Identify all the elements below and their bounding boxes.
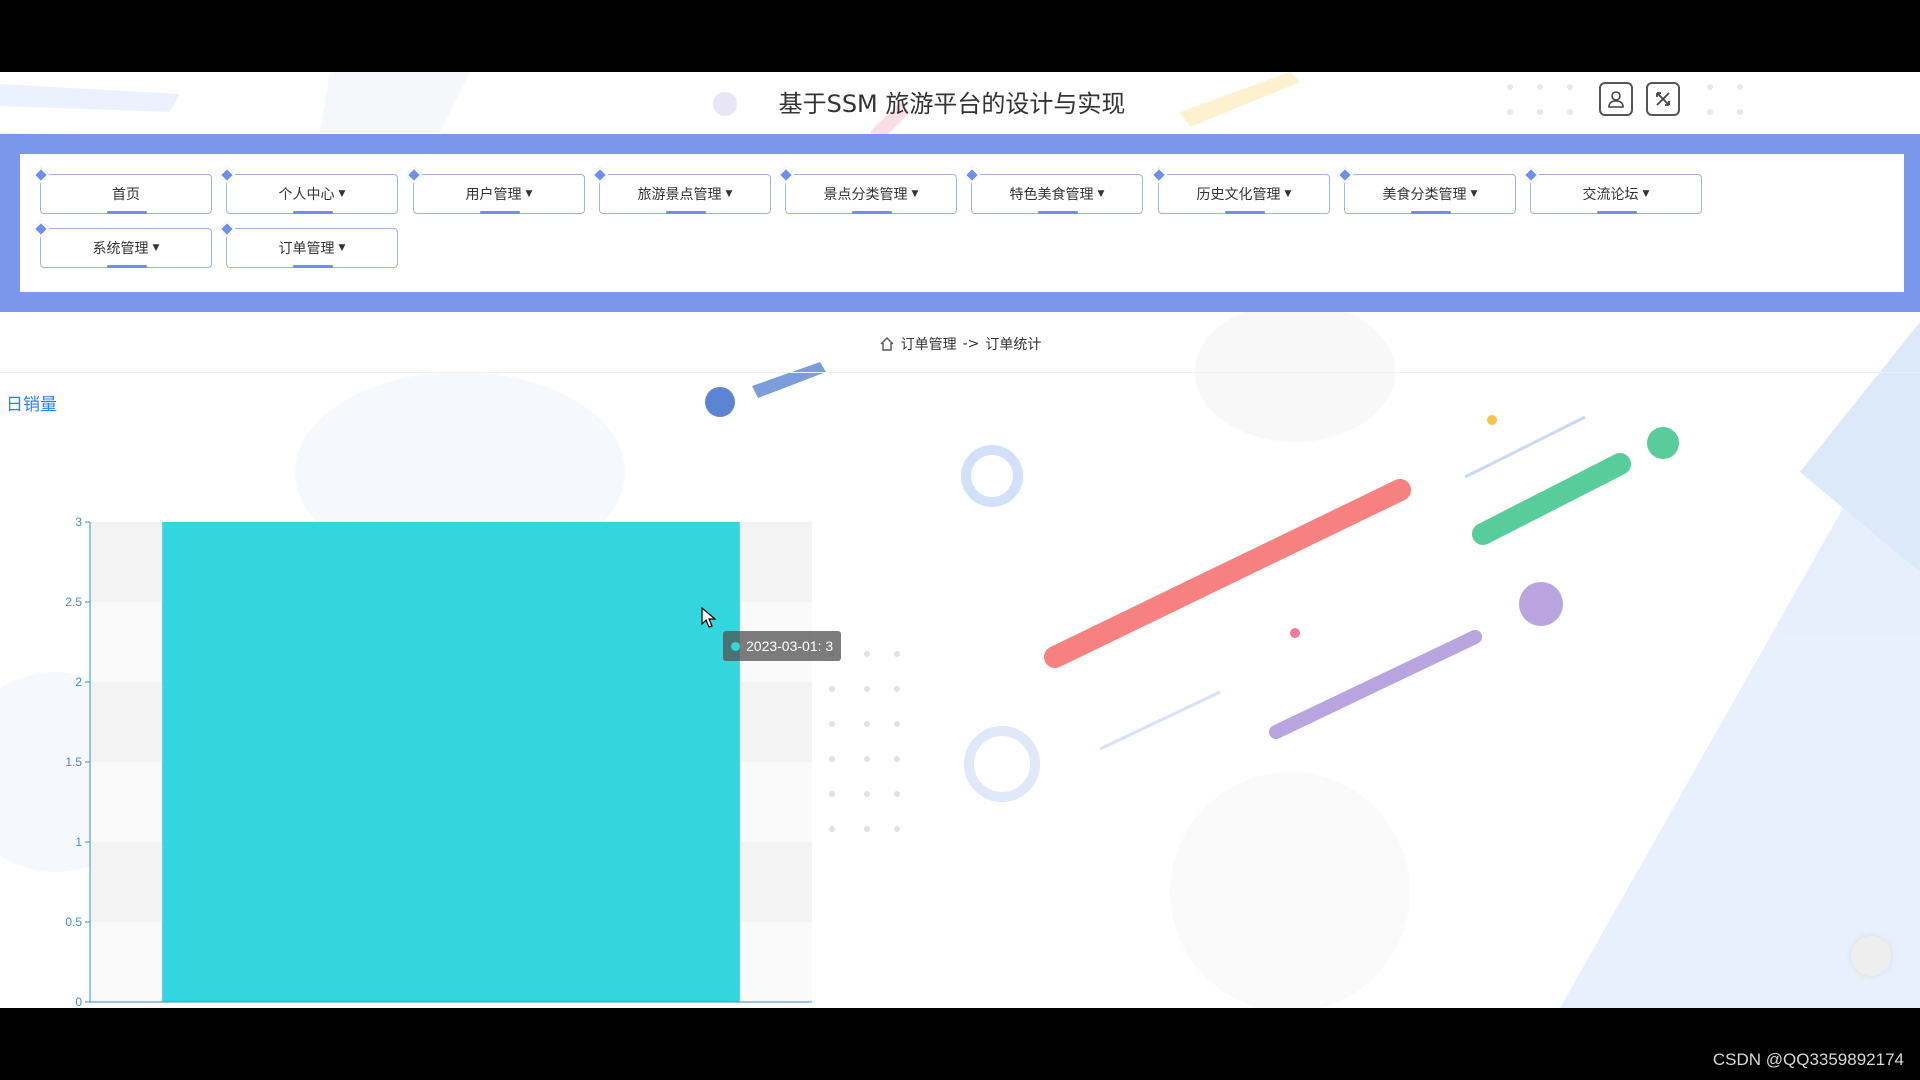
diamond-icon <box>963 166 981 184</box>
bar[interactable] <box>162 522 740 1002</box>
nav-item-label: 历史文化管理 <box>1196 187 1281 203</box>
tooltip-text: 2023-03-01: 3 <box>746 638 834 654</box>
caret-down-icon: ▼ <box>152 243 160 253</box>
y-tick-label: 2 <box>75 675 82 689</box>
y-tick-label: 1 <box>75 835 82 849</box>
diamond-icon <box>218 220 236 238</box>
nav-item-label: 交流论坛 <box>1582 187 1639 203</box>
caret-down-icon: ▼ <box>1097 189 1105 199</box>
chart-title: 日销量 <box>6 395 57 415</box>
nav-item-label: 系统管理 <box>92 241 149 257</box>
close-icon <box>1656 92 1670 106</box>
diamond-icon <box>1150 166 1168 184</box>
close-button[interactable] <box>1646 82 1680 116</box>
nav-item-order-management[interactable]: 订单管理 ▼ <box>218 220 398 268</box>
nav-underline <box>480 211 520 214</box>
watermark: CSDN @QQ3359892174 <box>1712 1050 1904 1069</box>
nav-item-label: 首页 <box>112 187 140 203</box>
y-tick-label: 2.5 <box>65 595 82 609</box>
nav-underline <box>293 265 333 268</box>
nav-underline <box>1597 211 1637 214</box>
caret-down-icon: ▼ <box>911 189 919 199</box>
nav-underline <box>293 211 333 214</box>
video-top-letterbox <box>0 0 1920 72</box>
nav-item-attraction-category[interactable]: 景点分类管理 ▼ <box>777 166 957 214</box>
nav-underline <box>1038 211 1078 214</box>
nav-underline <box>666 211 706 214</box>
nav-underline <box>1411 211 1451 214</box>
diamond-icon <box>218 166 236 184</box>
nav-underline <box>107 265 147 268</box>
divider <box>0 372 1920 373</box>
mouse-cursor-icon <box>701 607 717 628</box>
diamond-icon <box>32 166 50 184</box>
breadcrumb-parent[interactable]: 订单管理 <box>901 334 957 354</box>
diamond-icon <box>591 166 609 184</box>
series-dot-icon <box>731 641 740 651</box>
nav-item-attraction-management[interactable]: 旅游景点管理 ▼ <box>591 166 771 214</box>
nav-item-label: 特色美食管理 <box>1009 187 1094 203</box>
nav-item-label: 个人中心 <box>278 187 335 203</box>
nav-item-label: 景点分类管理 <box>823 187 908 203</box>
nav-item-user-management[interactable]: 用户管理 ▼ <box>405 166 585 214</box>
caret-down-icon: ▼ <box>725 189 733 199</box>
caret-down-icon: ▼ <box>1470 189 1478 199</box>
nav-item-personal-center[interactable]: 个人中心 ▼ <box>218 166 398 214</box>
video-bottom-letterbox <box>0 1008 1920 1080</box>
caret-down-icon: ▼ <box>338 189 346 199</box>
nav-menu: 首页 个人中心 ▼ 用户管理 ▼ 旅游景点管理 ▼ 景点分类管理 ▼ 特色美食管… <box>20 154 1904 292</box>
user-icon <box>1608 91 1624 108</box>
nav-item-forum[interactable]: 交流论坛 ▼ <box>1522 166 1702 214</box>
diamond-icon <box>405 166 423 184</box>
nav-underline <box>852 211 892 214</box>
breadcrumb-current: 订单统计 <box>985 337 1042 353</box>
nav-item-label: 美食分类管理 <box>1382 187 1467 203</box>
nav-item-history-culture[interactable]: 历史文化管理 ▼ <box>1150 166 1330 214</box>
chart-tooltip: 2023-03-01: 3 <box>723 631 842 661</box>
diamond-icon <box>32 220 50 238</box>
y-tick-label: 1.5 <box>65 755 82 769</box>
caret-down-icon: ▼ <box>1642 189 1650 199</box>
nav-item-food-management[interactable]: 特色美食管理 ▼ <box>963 166 1143 214</box>
nav-underline <box>107 211 147 214</box>
user-button[interactable] <box>1599 82 1633 116</box>
nav-item-label: 用户管理 <box>465 187 522 203</box>
breadcrumb-separator: -> <box>962 336 980 352</box>
nav-item-label: 订单管理 <box>278 241 335 257</box>
y-tick-label: 0 <box>75 995 82 1008</box>
y-tick-label: 0.5 <box>65 915 82 929</box>
nav-band: 首页 个人中心 ▼ 用户管理 ▼ 旅游景点管理 ▼ 景点分类管理 ▼ 特色美食管… <box>0 134 1920 312</box>
diamond-icon <box>777 166 795 184</box>
header: 基于SSM 旅游平台的设计与实现 <box>0 72 1920 132</box>
caret-down-icon: ▼ <box>338 243 346 253</box>
nav-underline <box>1225 211 1265 214</box>
nav-item-home[interactable]: 首页 <box>32 166 212 214</box>
daily-sales-chart: 00.511.522.53 2023-03-01 <box>65 515 812 1008</box>
nav-item-label: 旅游景点管理 <box>637 187 722 203</box>
home-icon[interactable] <box>879 336 895 352</box>
diamond-icon <box>1522 166 1540 184</box>
nav-item-system-management[interactable]: 系统管理 ▼ <box>32 220 212 268</box>
breadcrumb: 订单管理 -> 订单统计 <box>0 334 1920 354</box>
caret-down-icon: ▼ <box>525 189 533 199</box>
scroll-top-button[interactable] <box>1851 936 1891 976</box>
caret-down-icon: ▼ <box>1284 189 1292 199</box>
nav-item-food-category[interactable]: 美食分类管理 ▼ <box>1336 166 1516 214</box>
app-window: 基于SSM 旅游平台的设计与实现 首页 个人中心 ▼ 用户管理 ▼ 旅游景点管理… <box>0 72 1920 1008</box>
diamond-icon <box>1336 166 1354 184</box>
y-tick-label: 3 <box>75 515 82 529</box>
